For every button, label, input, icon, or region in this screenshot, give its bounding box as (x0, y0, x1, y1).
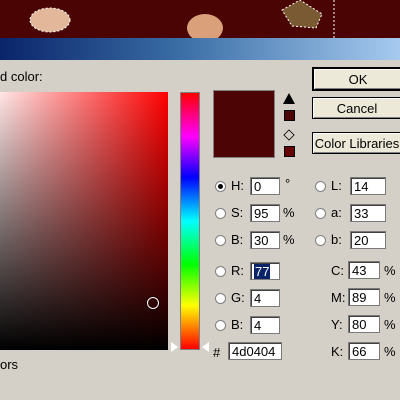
lab-b-input[interactable]: 20 (350, 231, 386, 249)
hex-label: # (213, 345, 221, 360)
color-field[interactable] (0, 92, 168, 350)
brightness-input[interactable]: 30 (250, 231, 280, 249)
h-unit: ° (285, 176, 291, 191)
blue-radio[interactable] (215, 320, 226, 331)
hue-slider-right-arrow[interactable] (202, 342, 209, 352)
k-input[interactable]: 66 (348, 342, 380, 360)
web-safe-cube-icon[interactable] (283, 129, 295, 141)
r-input-selected-text: 77 (254, 264, 271, 279)
g-radio[interactable] (215, 293, 226, 304)
blue-input[interactable]: 4 (250, 316, 280, 334)
dialog-label: d color: (0, 69, 43, 84)
l-radio[interactable] (315, 181, 326, 192)
k-label: K: (331, 344, 344, 359)
r-input[interactable]: 77 (250, 262, 280, 280)
color-libraries-button[interactable]: Color Libraries (312, 132, 400, 154)
s-label: S: (231, 205, 244, 220)
cancel-button[interactable]: Cancel (312, 97, 400, 119)
m-label: M: (331, 290, 346, 305)
dialog-titlebar[interactable] (0, 38, 400, 60)
s-unit: % (283, 205, 295, 220)
m-unit: % (384, 290, 396, 305)
g-label: G: (231, 290, 245, 305)
h-input[interactable]: 0 (250, 177, 280, 195)
c-label: C: (331, 263, 344, 278)
g-input[interactable]: 4 (250, 289, 280, 307)
y-label: Y: (331, 317, 343, 332)
gamut-swatch[interactable] (284, 110, 295, 121)
hex-input[interactable]: 4d0404 (228, 342, 282, 360)
r-radio[interactable] (215, 266, 226, 277)
y-unit: % (384, 317, 396, 332)
r-label: R: (231, 263, 244, 278)
brightness-gradient (0, 92, 168, 350)
m-input[interactable]: 89 (348, 288, 380, 306)
l-input[interactable]: 14 (350, 177, 386, 195)
brightness-label: B: (231, 232, 244, 247)
h-label: H: (231, 178, 244, 193)
c-input[interactable]: 43 (348, 261, 380, 279)
web-color-swatch[interactable] (284, 146, 295, 157)
hue-slider[interactable] (180, 92, 200, 350)
lab-b-radio[interactable] (315, 235, 326, 246)
color-field-marker[interactable] (147, 297, 159, 309)
a-radio[interactable] (315, 208, 326, 219)
y-input[interactable]: 80 (348, 315, 380, 333)
a-label: a: (331, 205, 342, 220)
brightness-unit: % (283, 232, 295, 247)
blue-label: B: (231, 317, 244, 332)
background-artwork (29, 0, 335, 38)
c-unit: % (384, 263, 396, 278)
hue-slider-left-arrow[interactable] (171, 342, 178, 352)
background-image-strip (0, 0, 400, 38)
color-picker-dialog: d color: OK Cancel Color Libraries H: 0 … (0, 60, 400, 400)
a-input[interactable]: 33 (350, 204, 386, 222)
s-input[interactable]: 95 (250, 204, 280, 222)
lab-b-label: b: (331, 232, 342, 247)
s-radio[interactable] (215, 208, 226, 219)
l-label: L: (331, 178, 342, 193)
k-unit: % (384, 344, 396, 359)
new-color-swatch (213, 90, 275, 158)
h-radio[interactable] (215, 181, 226, 192)
only-web-colors-label: ors (0, 357, 19, 372)
ok-button[interactable]: OK (312, 67, 400, 91)
warning-icon[interactable] (283, 93, 295, 104)
brightness-radio[interactable] (215, 235, 226, 246)
